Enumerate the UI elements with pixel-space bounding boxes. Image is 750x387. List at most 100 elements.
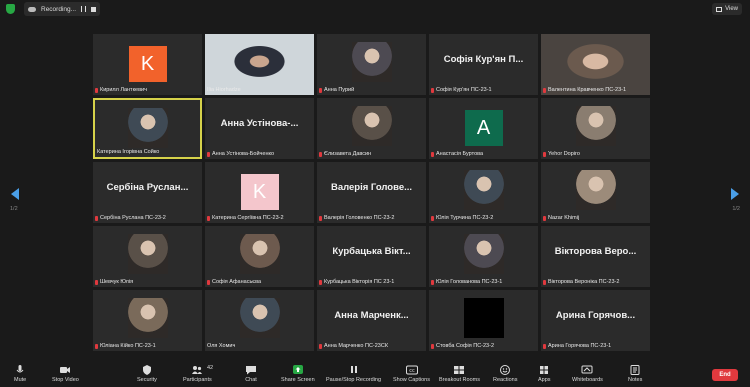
page-indicator-left: 1/2 [10, 206, 18, 212]
security-button[interactable]: Security [137, 365, 157, 383]
share-screen-button[interactable]: Share Screen [281, 365, 315, 383]
end-meeting-button[interactable]: End [712, 369, 738, 381]
reactions-button[interactable]: Reactions [493, 365, 517, 383]
prev-page-arrow-icon[interactable] [11, 188, 19, 200]
next-page-arrow-icon[interactable] [731, 188, 739, 200]
participant-tile[interactable]: Юліана Кійко ПС-23-1 [93, 290, 202, 351]
breakout-label: Breakout Rooms [439, 377, 480, 383]
pause-stop-recording-button[interactable]: Pause/Stop Recording [326, 365, 381, 383]
participant-tile[interactable]: Вікторова Веро... Вікторова Вероніка ПС-2… [541, 226, 650, 287]
share-screen-label: Share Screen [281, 377, 315, 383]
chat-button[interactable]: Chat [245, 365, 257, 383]
participant-tile[interactable]: Nazar Khimij [541, 162, 650, 223]
participant-tile[interactable]: Шевчук Юлія [93, 226, 202, 287]
stop-video-button[interactable]: Stop Video [52, 365, 79, 383]
participant-tile[interactable]: Катерина Ігорівна Сойко [93, 98, 202, 159]
muted-microphone-icon [543, 87, 546, 93]
participant-tile[interactable]: Валентина Кравченко ПС-23-1 [541, 34, 650, 95]
whiteboards-button[interactable]: Whiteboards [572, 365, 603, 383]
participant-tile[interactable]: Анна Пурий [317, 34, 426, 95]
participant-name-label: Кирилл Ланткевич [95, 87, 147, 93]
participant-display-name: Сербіна Руслан... [106, 182, 189, 193]
breakout-rooms-icon [454, 366, 465, 374]
whiteboard-icon [581, 365, 593, 374]
security-shield-icon[interactable] [6, 4, 15, 14]
muted-microphone-icon [207, 279, 210, 285]
recording-label: Recording... [41, 5, 77, 13]
participant-display-name: Анна Устінова-... [220, 118, 299, 129]
participant-name: Анна Марченко ПС-23СК [324, 343, 389, 349]
participant-tile[interactable]: A Анастасія Буртова [429, 98, 538, 159]
participant-display-name: Анна Марченк... [334, 310, 409, 321]
participant-name: Арина Горячова ПС-23-1 [548, 343, 612, 349]
participant-name: Валентина Кравченко ПС-23-1 [548, 87, 627, 93]
record-icon [350, 366, 357, 373]
participant-name: Софія Афанасьєва [212, 279, 262, 285]
participant-tile[interactable]: Єлизавета Давсин [317, 98, 426, 159]
muted-microphone-icon [319, 215, 322, 221]
participant-tile[interactable]: K Катерина Сергіївна ПС-23-2 [205, 162, 314, 223]
participant-tile[interactable]: Yehor Dopiro [541, 98, 650, 159]
participant-name: Юлія Голованова ПС-23-1 [436, 279, 503, 285]
participant-name: Кирилл Ланткевич [100, 87, 147, 93]
participant-video [541, 34, 650, 95]
apps-button[interactable]: Apps [538, 365, 551, 383]
view-button[interactable]: View [712, 3, 742, 15]
participant-name-label: Ilia Hiorhadze [207, 87, 241, 93]
participant-tile[interactable]: Арина Горячов... Арина Горячова ПС-23-1 [541, 290, 650, 351]
participant-tile[interactable]: Оля Хомич [205, 290, 314, 351]
participant-tile[interactable]: Юлія Голованова ПС-23-1 [429, 226, 538, 287]
show-captions-button[interactable]: cc Show Captions [393, 365, 430, 383]
participant-tile[interactable]: Анна Марченк... Анна Марченко ПС-23СК [317, 290, 426, 351]
apps-label: Apps [538, 377, 551, 383]
muted-microphone-icon [319, 343, 322, 349]
stop-recording-icon[interactable] [91, 6, 97, 12]
share-screen-icon [292, 365, 303, 374]
participant-tile[interactable]: Анна Устінова-... Анна Устінова-Бойченко [205, 98, 314, 159]
participant-tile[interactable]: K Кирилл Ланткевич [93, 34, 202, 95]
participant-name: Софія Кур'ян ПС-23-1 [436, 87, 492, 93]
participant-name-label: Yehor Dopiro [543, 151, 580, 157]
participant-tile[interactable]: Курбацька Вікт... Курбацька Вікторія ПС 2… [317, 226, 426, 287]
profile-photo [575, 106, 616, 146]
muted-microphone-icon [431, 215, 434, 221]
participant-name: Юлія Турчина ПС-23-2 [436, 215, 494, 221]
participant-tile[interactable]: Ilia Hiorhadze [205, 34, 314, 95]
participant-tile[interactable]: Софія Кур'ян П... Софія Кур'ян ПС-23-1 [429, 34, 538, 95]
participant-name-label: Вікторова Вероніка ПС-23-2 [543, 279, 619, 285]
participant-tile[interactable]: Стовба Софія ПС-23-2 [429, 290, 538, 351]
participant-name: Сербіна Руслана ПС-23-2 [100, 215, 166, 221]
breakout-rooms-button[interactable]: Breakout Rooms [439, 365, 480, 383]
mute-label: Mute [14, 377, 27, 383]
participant-name-label: Юліана Кійко ПС-23-1 [95, 343, 156, 349]
shield-icon [142, 365, 151, 375]
participant-name: Катерина Ігорівна Сойко [97, 149, 160, 155]
participant-name: Валерія Головенко ПС-23-2 [324, 215, 395, 221]
participants-icon [192, 366, 203, 374]
pause-recording-icon[interactable] [81, 6, 87, 12]
notes-icon [630, 365, 640, 375]
participant-tile[interactable]: Сербіна Руслан... Сербіна Руслана ПС-23-2 [93, 162, 202, 223]
participant-tile[interactable]: Валерія Голове... Валерія Головенко ПС-23… [317, 162, 426, 223]
notes-button[interactable]: Notes [628, 365, 642, 383]
participant-name: Катерина Сергіївна ПС-23-2 [212, 215, 284, 221]
participant-name: Вікторова Вероніка ПС-23-2 [548, 279, 620, 285]
participants-label: Participants [183, 377, 212, 383]
participant-name-label: Валентина Кравченко ПС-23-1 [543, 87, 626, 93]
view-label: View [725, 6, 738, 12]
participant-name-label: Анастасія Буртова [431, 151, 483, 157]
profile-photo [127, 234, 168, 274]
participant-tile[interactable]: Софія Афанасьєва [205, 226, 314, 287]
participant-name: Єлизавета Давсин [324, 151, 372, 157]
avatar: K [240, 174, 279, 210]
participants-count: 42 [207, 365, 214, 371]
participant-name-label: Сербіна Руслана ПС-23-2 [95, 215, 166, 221]
mute-button[interactable]: Mute [14, 365, 26, 383]
profile-photo [127, 108, 168, 148]
meeting-toolbar: Mute Stop Video Security Participants 42… [0, 363, 750, 387]
svg-text:cc: cc [409, 368, 415, 374]
participant-name: Стовба Софія ПС-23-2 [436, 343, 495, 349]
participant-name: Анна Устінова-Бойченко [212, 151, 275, 157]
participant-tile[interactable]: Юлія Турчина ПС-23-2 [429, 162, 538, 223]
chat-label: Chat [245, 377, 257, 383]
